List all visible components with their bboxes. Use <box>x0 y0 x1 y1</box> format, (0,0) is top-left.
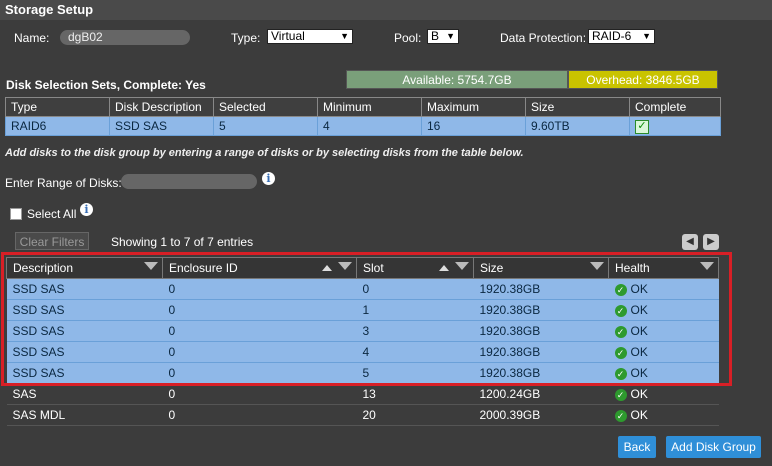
col-maximum[interactable]: Maximum <box>421 97 526 117</box>
ok-check-icon: ✓ <box>614 346 627 359</box>
sets-header: Disk Selection Sets, Complete: Yes <box>6 78 206 92</box>
col-selected[interactable]: Selected <box>213 97 318 117</box>
col-description[interactable]: Description <box>6 257 163 279</box>
table-row[interactable]: SSD SAS 0 3 1920.38GB ✓ OK <box>6 320 719 342</box>
filter-icon[interactable] <box>590 262 604 270</box>
info-icon[interactable]: i <box>262 172 275 185</box>
set-type: RAID6 <box>5 116 110 136</box>
type-select[interactable]: Virtual ▼ <box>267 29 353 44</box>
ok-check-icon: ✓ <box>614 367 627 380</box>
title-bar <box>0 0 772 20</box>
select-all-label: Select All <box>27 207 77 221</box>
protection-select[interactable]: RAID-6 ▼ <box>588 29 655 44</box>
col-disk-description[interactable]: Disk Description <box>109 97 214 117</box>
filter-icon[interactable] <box>144 262 158 270</box>
dropdown-arrow-icon: ▼ <box>642 31 651 41</box>
next-page-icon[interactable]: ▶ <box>703 234 719 250</box>
table-row[interactable]: SSD SAS 0 1 1920.38GB ✓ OK <box>6 299 719 321</box>
ok-check-icon: ✓ <box>614 388 627 401</box>
type-label: Type: <box>231 31 261 45</box>
available-bar: Available: 5754.7GB <box>346 70 568 89</box>
range-input[interactable] <box>121 174 257 189</box>
overhead-bar: Overhead: 3846.5GB <box>568 70 718 89</box>
disks-table: Description Enclosure ID Slot Size Healt… <box>6 257 719 426</box>
complete-check-icon: ✓ <box>635 120 649 134</box>
pool-select-value: B <box>431 29 440 43</box>
range-label: Enter Range of Disks: <box>5 176 122 190</box>
col-enclosure-id[interactable]: Enclosure ID <box>162 257 357 279</box>
dropdown-arrow-icon: ▼ <box>340 31 349 41</box>
col-type[interactable]: Type <box>5 97 110 117</box>
ok-check-icon: ✓ <box>614 325 627 338</box>
set-desc: SSD SAS <box>109 116 214 136</box>
table-row[interactable]: SAS 0 13 1200.24GB ✓ OK <box>6 383 719 405</box>
col-health[interactable]: Health <box>608 257 719 279</box>
protection-select-value: RAID-6 <box>592 29 632 43</box>
ok-check-icon: ✓ <box>614 283 627 296</box>
sort-asc-icon[interactable] <box>322 265 332 271</box>
col-size[interactable]: Size <box>473 257 609 279</box>
col-size[interactable]: Size <box>525 97 630 117</box>
table-row[interactable]: SSD SAS 0 4 1920.38GB ✓ OK <box>6 341 719 363</box>
filter-icon[interactable] <box>455 262 469 270</box>
dropdown-arrow-icon: ▼ <box>446 31 455 41</box>
clear-filters-button[interactable]: Clear Filters <box>15 232 89 250</box>
col-minimum[interactable]: Minimum <box>317 97 422 117</box>
sort-asc-icon[interactable] <box>439 265 449 271</box>
name-input[interactable]: dgB02 <box>60 30 190 45</box>
instructions-text: Add disks to the disk group by entering … <box>5 147 524 159</box>
ok-check-icon: ✓ <box>614 409 627 422</box>
set-minimum: 4 <box>317 116 422 136</box>
pool-label: Pool: <box>394 31 422 45</box>
showing-entries-text: Showing 1 to 7 of 7 entries <box>111 235 254 249</box>
set-selected: 5 <box>213 116 318 136</box>
type-select-value: Virtual <box>271 29 305 43</box>
table-row[interactable]: SSD SAS 0 5 1920.38GB ✓ OK <box>6 362 719 384</box>
table-row[interactable]: SSD SAS 0 0 1920.38GB ✓ OK <box>6 278 719 300</box>
pool-select[interactable]: B ▼ <box>427 29 459 44</box>
info-icon[interactable]: i <box>80 203 93 216</box>
ok-check-icon: ✓ <box>614 304 627 317</box>
window-title: Storage Setup <box>5 2 94 17</box>
name-label: Name: <box>14 31 50 45</box>
col-slot[interactable]: Slot <box>356 257 474 279</box>
col-complete[interactable]: Complete <box>629 97 721 117</box>
sets-header-row: Type Disk Description Selected Minimum M… <box>5 97 721 117</box>
prev-page-icon[interactable]: ◀ <box>682 234 698 250</box>
protection-label: Data Protection: <box>500 31 587 45</box>
add-disk-group-button[interactable]: Add Disk Group <box>666 436 761 458</box>
back-button[interactable]: Back <box>618 436 656 458</box>
filter-icon[interactable] <box>700 262 714 270</box>
table-row[interactable]: SAS MDL 0 20 2000.39GB ✓ OK <box>6 404 719 426</box>
sets-table: Type Disk Description Selected Minimum M… <box>5 97 721 136</box>
select-all-checkbox[interactable] <box>10 208 22 220</box>
set-size: 9.60TB <box>525 116 630 136</box>
disks-header-row: Description Enclosure ID Slot Size Healt… <box>6 257 719 279</box>
set-maximum: 16 <box>421 116 526 136</box>
sets-row[interactable]: RAID6 SSD SAS 5 4 16 9.60TB ✓ <box>5 116 721 136</box>
filter-icon[interactable] <box>338 262 352 270</box>
